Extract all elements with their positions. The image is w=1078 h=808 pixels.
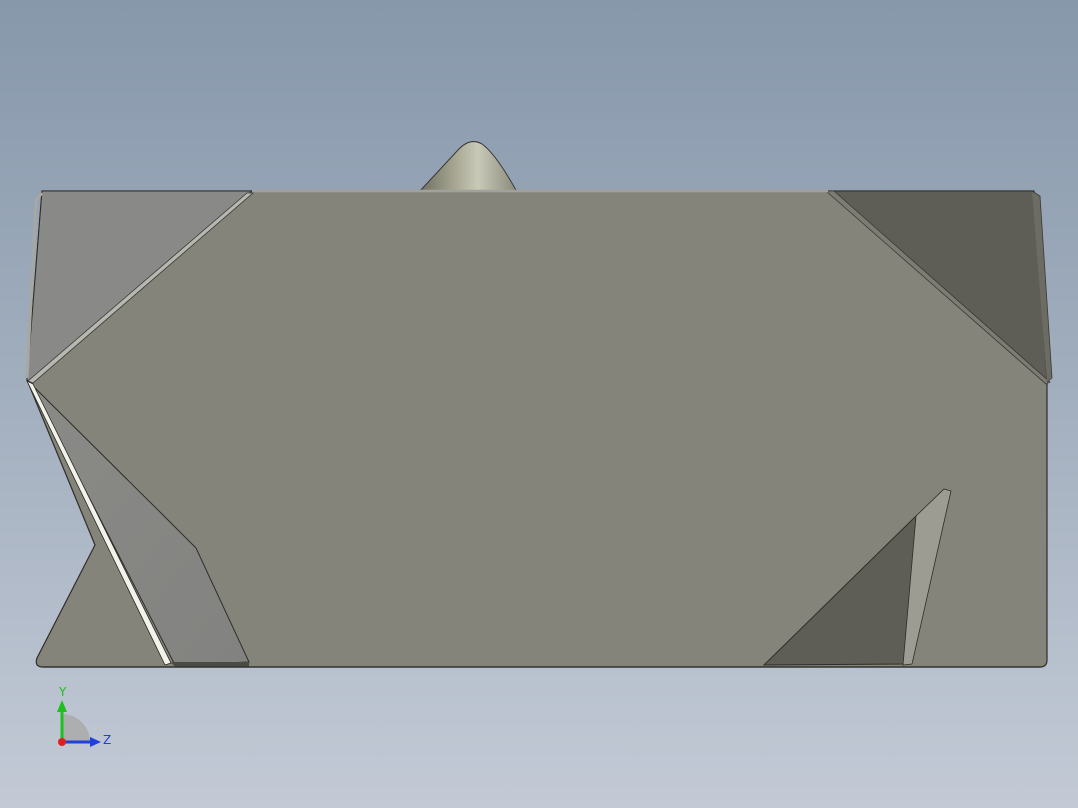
orientation-triad[interactable]: Y Z [40,684,120,754]
z-axis-arrowhead-icon [90,737,101,747]
x-axis-origin-icon [58,738,66,746]
y-axis-arrowhead-icon [57,700,67,712]
part-model-view[interactable] [0,0,1078,808]
cad-graphics-viewport[interactable]: Y Z [0,0,1078,808]
z-axis-label: Z [103,733,111,747]
triad-quarter-disc-icon [62,714,90,742]
y-axis-label: Y [58,685,67,699]
triad-graphic: Y Z [57,685,111,747]
left-foot-shadow [171,662,249,667]
cone-feature[interactable] [417,141,518,193]
